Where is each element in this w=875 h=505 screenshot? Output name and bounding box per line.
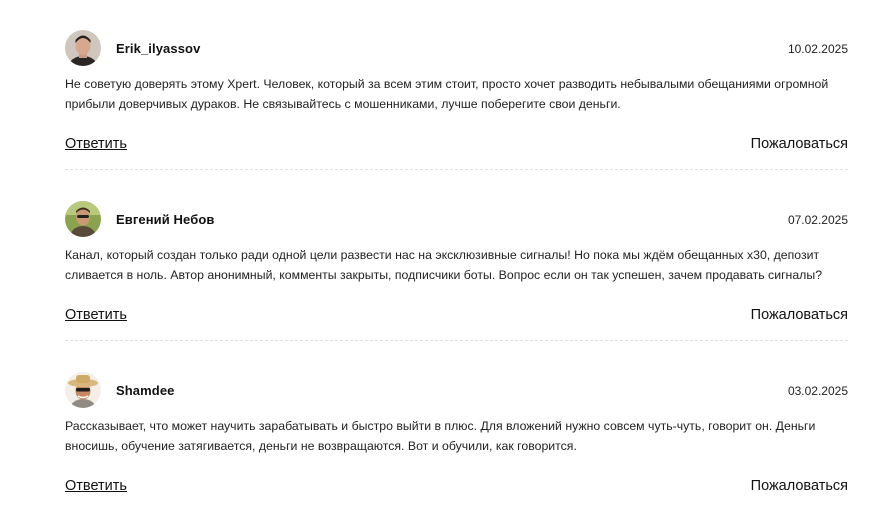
comment-header: Евгений Небов 07.02.2025 — [65, 201, 848, 239]
comment-header: Erik_ilyassov 10.02.2025 — [65, 30, 848, 68]
comment-date: 03.02.2025 — [787, 384, 848, 398]
report-link[interactable]: Пожаловаться — [751, 478, 848, 494]
comment-item: Shamdee 03.02.2025 Рассказывает, что мож… — [65, 372, 848, 494]
comment-date: 10.02.2025 — [787, 42, 848, 56]
reply-link[interactable]: Ответить — [65, 478, 127, 494]
author-name: Евгений Небов — [116, 212, 215, 227]
comment-text: Канал, который создан только ради одной … — [65, 248, 823, 282]
divider — [65, 340, 848, 341]
reply-link[interactable]: Ответить — [65, 136, 127, 152]
reply-link[interactable]: Ответить — [65, 307, 127, 323]
comment-date: 07.02.2025 — [787, 213, 848, 227]
comment-header: Shamdee 03.02.2025 — [65, 372, 848, 410]
comment-item: Евгений Небов 07.02.2025 Канал, который … — [65, 201, 848, 323]
report-link[interactable]: Пожаловаться — [751, 307, 848, 323]
avatar — [65, 30, 101, 66]
avatar — [65, 372, 101, 408]
divider — [65, 169, 848, 170]
report-link[interactable]: Пожаловаться — [751, 136, 848, 152]
author-name: Shamdee — [116, 383, 175, 398]
avatar — [65, 201, 101, 237]
comment-text: Рассказывает, что может научить зарабаты… — [65, 419, 816, 453]
author-name: Erik_ilyassov — [116, 41, 201, 56]
comment-item: Erik_ilyassov 10.02.2025 Не советую дове… — [65, 30, 848, 152]
comment-text: Не советую доверять этому Xpert. Человек… — [65, 77, 829, 111]
